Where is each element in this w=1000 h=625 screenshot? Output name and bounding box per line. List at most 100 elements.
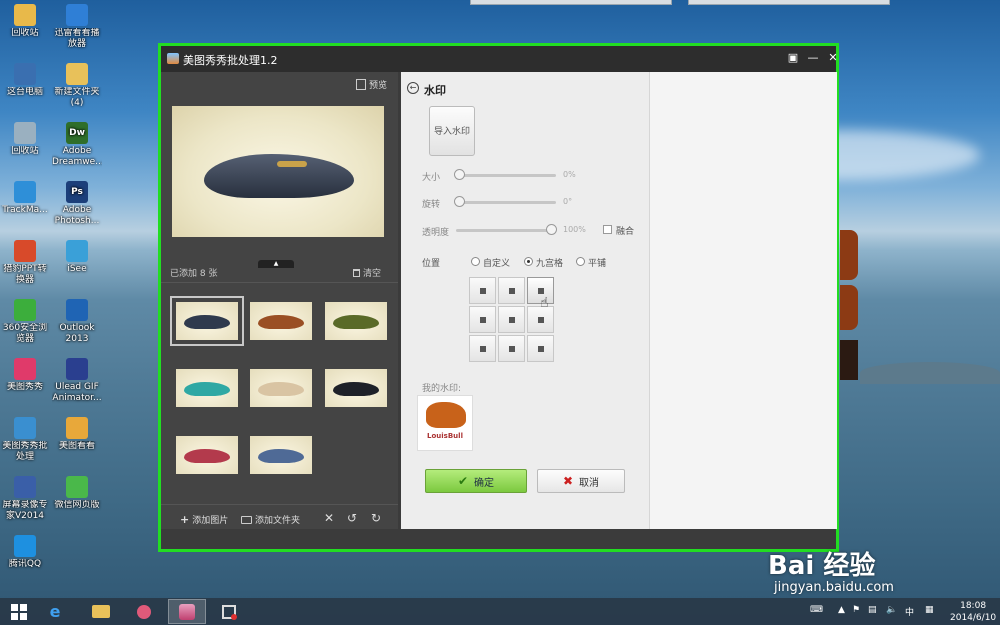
grid-cell-bottom-right[interactable] [527,335,554,362]
network-icon[interactable]: ▤ [868,605,877,615]
size-slider[interactable] [456,174,556,177]
boat [840,230,858,380]
grid-cell-middle-left[interactable] [469,306,496,333]
ime-indicator[interactable]: 中 [905,605,914,618]
shoe-thumbnail-image [184,315,230,329]
back-icon[interactable]: ← [407,82,419,94]
desktop-icon-label: 美图秀秀批处理 [2,441,48,462]
add-folder-button[interactable]: 添加文件夹 [241,513,300,526]
ie-icon: e [49,602,61,621]
preview-button[interactable]: 预览 [356,78,387,91]
thumbnail-item[interactable] [250,436,312,474]
flag-icon[interactable]: ⚑ [852,605,860,615]
desktop-icon[interactable]: 美图秀秀批处理 [0,417,50,463]
watermark-thumbnail[interactable]: LouisBull [417,395,473,451]
minimize-button[interactable]: — [805,50,821,66]
taskbar-meitu-batch[interactable] [168,599,206,624]
thumbnail-item[interactable] [176,369,238,407]
close-button[interactable]: ✕ [825,50,841,66]
thumbnail-item[interactable] [250,369,312,407]
desktop-icon[interactable]: Outlook 2013 [52,299,102,345]
position-marker-icon [537,345,544,352]
trash-icon [353,268,360,277]
redo-icon[interactable]: ↻ [371,511,381,525]
grid-cell-bottom-center[interactable] [498,335,525,362]
desktop-icon[interactable]: 这台电脑 [0,63,50,109]
feedback-icon[interactable]: ▣ [785,50,801,66]
thumbnail-item[interactable] [176,436,238,474]
horsebit-buckle [277,161,307,167]
start-button[interactable] [0,599,38,624]
grid-cell-center[interactable] [498,306,525,333]
system-clock[interactable]: 18:08 2014/6/10 [950,600,996,624]
desktop-icon-label: 屏幕录像专家V2014 [2,500,48,521]
baidu-logo: Bai 经验 [768,551,876,581]
desktop-icon[interactable]: 猎豹PPT转换器 [0,240,50,286]
clear-button[interactable]: 清空 [353,266,381,279]
thumbnail-item[interactable] [250,302,312,340]
left-bottom-toolbar: + 添加图片 添加文件夹 ✕ ↺ ↻ [161,504,398,530]
opacity-slider-handle[interactable] [546,224,557,235]
import-watermark-button[interactable]: 导入水印 [429,106,475,156]
desktop-icon-label: Ulead GIF Animator... [52,382,102,403]
desktop-icon[interactable]: Ulead GIF Animator... [52,358,102,404]
rotate-slider[interactable] [456,201,556,204]
position-marker-icon [537,287,544,294]
grid-cell-top-center[interactable] [498,277,525,304]
desktop-icon[interactable]: 腾讯QQ [0,535,50,581]
desktop-icon[interactable]: 屏幕录像专家V2014 [0,476,50,522]
grid-cell-bottom-left[interactable] [469,335,496,362]
desktop-icon[interactable]: Dw Adobe Dreamwe... [52,122,102,168]
desktop-icon[interactable]: 回收站 [0,122,50,168]
confirm-button[interactable]: ✔ 确定 [425,469,527,493]
rotate-slider-handle[interactable] [454,196,465,207]
position-marker-icon [479,287,486,294]
size-slider-handle[interactable] [454,169,465,180]
taskbar-recorder[interactable] [210,599,248,624]
main-preview-image [172,106,384,237]
window-title: 美图秀秀批处理1.2 [183,54,278,67]
desktop-icon[interactable]: TrackMa... [0,181,50,227]
volume-icon[interactable]: 🔈 [886,605,897,615]
desktop-icon[interactable]: 360安全浏览器 [0,299,50,345]
grid-cell-top-left[interactable] [469,277,496,304]
thumbnail-item[interactable] [170,296,244,346]
opacity-slider[interactable] [456,229,556,232]
top-edge-button [688,0,890,5]
app-shortcut-icon [66,476,88,498]
added-count: 已添加 8 张 [170,269,218,279]
desktop-icon-label: 美图秀秀 [6,382,43,392]
thumbnail-item[interactable] [325,302,387,340]
desktop-icon[interactable]: iSee [52,240,102,286]
position-radio-tile[interactable] [576,257,585,266]
desktop-icon[interactable]: 迅雷看看播放器 [52,4,102,50]
position-radio-custom[interactable] [471,257,480,266]
position-radio-grid[interactable] [524,257,533,266]
clear-label: 清空 [363,269,382,279]
desktop-icon[interactable]: 新建文件夹(4) [52,63,102,109]
blend-checkbox[interactable] [603,225,612,234]
title-bar[interactable]: 美图秀秀批处理1.2 ▣ — ✕ [161,46,838,72]
add-image-button[interactable]: + 添加图片 [180,513,228,526]
keyboard-icon[interactable]: ⌨ [810,605,823,615]
folder-icon [92,605,110,618]
taskbar-app[interactable] [125,599,163,624]
desktop-icon[interactable]: 美图秀秀 [0,358,50,404]
ime-mode-icon[interactable]: ▦ [925,605,934,615]
collapse-toggle[interactable]: ▲ [258,260,294,268]
thumbnail-item[interactable] [325,369,387,407]
taskbar-ie[interactable]: e [36,599,74,624]
opacity-value: 100% [563,225,586,234]
add-folder-label: 添加文件夹 [255,516,301,526]
rotate-value: 0° [563,197,573,206]
cancel-button[interactable]: ✖ 取消 [537,469,625,493]
desktop-icon[interactable]: 回收站 [0,4,50,50]
taskbar-explorer[interactable] [82,599,120,624]
desktop-icon[interactable]: 美图看看 [52,417,102,463]
delete-icon[interactable]: ✕ [324,511,334,525]
undo-icon[interactable]: ↺ [347,511,357,525]
desktop-icon[interactable]: 微信网页版 [52,476,102,522]
desktop-icon[interactable]: Ps Adobe Photosh... [52,181,102,227]
clock-date: 2014/6/10 [950,613,997,623]
tray-arrow-icon[interactable]: ▲ [838,605,845,615]
